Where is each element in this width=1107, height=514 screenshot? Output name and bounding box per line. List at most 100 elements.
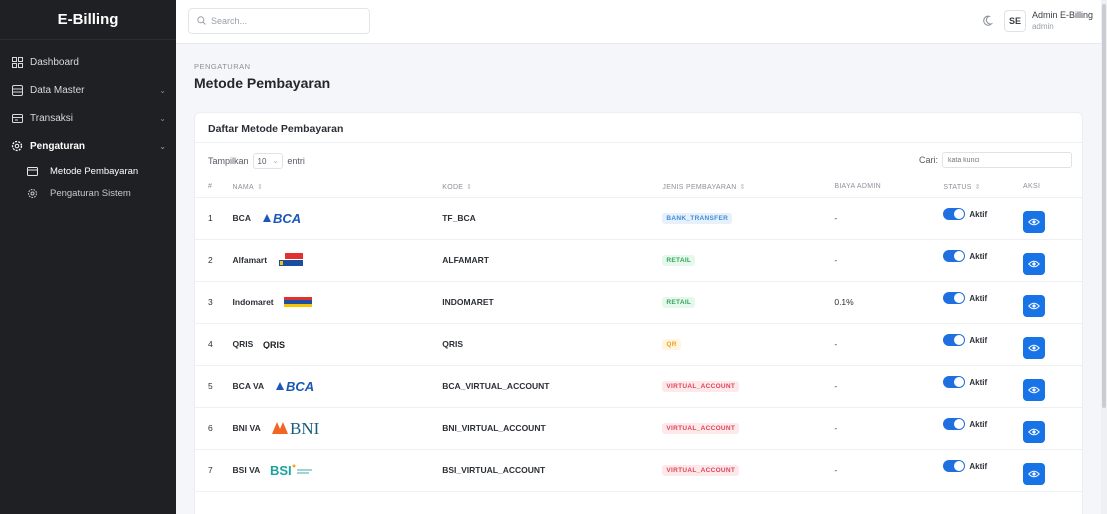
status-toggle[interactable]	[943, 376, 966, 388]
cell-aksi	[1019, 365, 1082, 408]
cell-jenis: RETAIL	[658, 281, 831, 324]
status-toggle[interactable]	[943, 250, 966, 262]
cell-biaya: -	[830, 449, 940, 492]
sidebar-item-label: Dashboard	[30, 56, 79, 68]
sidebar-item-transaksi[interactable]: Transaksi ⌄	[0, 104, 176, 132]
col-header-no[interactable]: #	[195, 177, 229, 198]
sidebar-item-pengaturan[interactable]: Pengaturan ⌄	[0, 132, 176, 160]
status-toggle[interactable]	[943, 460, 966, 472]
breadcrumb: PENGATURAN	[194, 62, 251, 71]
status-toggle[interactable]	[943, 334, 966, 346]
chevron-down-icon: ⌄	[159, 85, 166, 95]
view-button[interactable]	[1023, 463, 1046, 485]
cell-jenis: RETAIL	[658, 239, 831, 282]
moon-icon[interactable]	[980, 12, 998, 30]
cell-biaya: -	[830, 365, 940, 408]
payment-name: BNI VA	[232, 423, 261, 433]
cell-nama: Indomaret	[228, 281, 439, 324]
svg-text:BNI: BNI	[290, 419, 320, 437]
col-header-biaya[interactable]: BIAYA ADMIN	[830, 177, 940, 198]
card-title: Daftar Metode Pembayaran	[195, 113, 1082, 143]
view-button[interactable]	[1023, 421, 1046, 443]
app-brand[interactable]: E-Billing	[0, 0, 176, 40]
sidebar-item-data-master[interactable]: Data Master ⌄	[0, 76, 176, 104]
payment-type-badge: QR	[662, 339, 681, 350]
cell-jenis: VIRTUAL_ACCOUNT	[658, 365, 831, 408]
cell-kode: TF_BCA	[438, 197, 659, 240]
payment-type-badge: VIRTUAL_ACCOUNT	[662, 423, 740, 434]
page-header: PENGATURAN Metode Pembayaran	[194, 62, 330, 91]
payment-name: QRIS	[232, 339, 254, 349]
table-body: 1 BCA BCA TF_BCA BANK_TRANSFER - Aktif 2 Alfamar…	[195, 197, 1082, 492]
page-title: Metode Pembayaran	[194, 75, 331, 91]
col-header-status[interactable]: STATUS ⇕	[939, 177, 1020, 198]
cell-no: 4	[195, 323, 229, 366]
view-button[interactable]	[1023, 211, 1046, 233]
eye-icon	[1028, 260, 1040, 268]
status-label: Aktif	[969, 209, 988, 219]
cell-jenis: VIRTUAL_ACCOUNT	[658, 407, 831, 450]
col-header-jenis[interactable]: JENIS PEMBAYARAN ⇕	[658, 177, 831, 198]
show-entries-suffix: entri	[287, 156, 305, 166]
payment-type-badge: BANK_TRANSFER	[662, 213, 733, 224]
cell-kode: BNI_VIRTUAL_ACCOUNT	[438, 407, 659, 450]
cell-kode: INDOMARET	[438, 281, 659, 324]
cell-status: Aktif	[939, 239, 1020, 282]
col-header-nama[interactable]: NAMA ⇕	[228, 177, 439, 198]
view-button[interactable]	[1023, 295, 1046, 317]
col-header-kode[interactable]: KODE ⇕	[438, 177, 659, 198]
alfamart-logo	[277, 253, 305, 267]
show-entries: Tampilkan 10 ⌄ entri	[208, 153, 305, 169]
sidebar-nav: Dashboard Data Master ⌄ Transaksi ⌄ Peng…	[0, 40, 176, 204]
cell-status: Aktif	[939, 449, 1020, 492]
sidebar-item-label: Transaksi	[30, 112, 73, 124]
sort-icon: ⇕	[739, 183, 746, 191]
view-button[interactable]	[1023, 253, 1046, 275]
cell-aksi	[1019, 281, 1082, 324]
cell-no: 3	[195, 281, 229, 324]
search-input[interactable]: Search...	[188, 8, 370, 34]
dashboard-icon	[10, 55, 24, 69]
entries-value: 10	[257, 156, 267, 166]
avatar[interactable]: SE	[1003, 10, 1026, 32]
status-toggle[interactable]	[943, 418, 966, 430]
sidebar: E-Billing Dashboard Data Master ⌄ Transa…	[0, 0, 176, 514]
page-scrollbar[interactable]	[1101, 0, 1107, 514]
sidebar-subitem-label: Pengaturan Sistem	[50, 187, 131, 199]
bca-logo: BCA	[261, 211, 305, 225]
cell-status: Aktif	[939, 365, 1020, 408]
sidebar-subitem-metode-pembayaran[interactable]: Metode Pembayaran	[0, 160, 176, 182]
view-button[interactable]	[1023, 337, 1046, 359]
sidebar-item-dashboard[interactable]: Dashboard	[0, 48, 176, 76]
svg-text:BCA: BCA	[273, 211, 301, 225]
eye-icon	[1028, 386, 1040, 394]
payment-type-badge: VIRTUAL_ACCOUNT	[662, 381, 740, 392]
bsi-logo: BSI	[270, 462, 314, 478]
sidebar-subitem-pengaturan-sistem[interactable]: Pengaturan Sistem	[0, 182, 176, 204]
cell-no: 1	[195, 197, 229, 240]
table-row: 1 BCA BCA TF_BCA BANK_TRANSFER - Aktif	[195, 197, 1082, 240]
qris-logo: QRIS	[263, 339, 291, 349]
user-info[interactable]: Admin E-Billing admin	[1032, 10, 1093, 32]
payment-name: BSI VA	[232, 465, 261, 475]
table-row: 5 BCA VA BCA BCA_VIRTUAL_ACCOUNT VIRTUAL_ACC…	[195, 365, 1082, 408]
entries-select[interactable]: 10 ⌄	[252, 153, 284, 169]
table-search-input[interactable]	[942, 152, 1072, 168]
cell-nama: Alfamart	[228, 239, 439, 282]
view-button[interactable]	[1023, 379, 1046, 401]
eye-icon	[1028, 302, 1040, 310]
status-toggle[interactable]	[943, 208, 966, 220]
table-row: 3 Indomaret INDOMARET RETAIL 0.1% Aktif	[195, 281, 1082, 324]
cell-no: 2	[195, 239, 229, 282]
database-icon	[10, 83, 24, 97]
indomaret-logo	[283, 297, 312, 307]
chevron-down-icon: ⌄	[272, 158, 279, 165]
user-role: admin	[1031, 22, 1054, 31]
eye-icon	[1028, 218, 1040, 226]
cell-status: Aktif	[939, 281, 1020, 324]
user-area: SE Admin E-Billing admin	[980, 6, 1093, 36]
svg-text:BCA: BCA	[286, 379, 314, 393]
payment-type-badge: VIRTUAL_ACCOUNT	[662, 465, 740, 476]
status-toggle[interactable]	[943, 292, 966, 304]
scrollbar-thumb[interactable]	[1102, 4, 1106, 408]
